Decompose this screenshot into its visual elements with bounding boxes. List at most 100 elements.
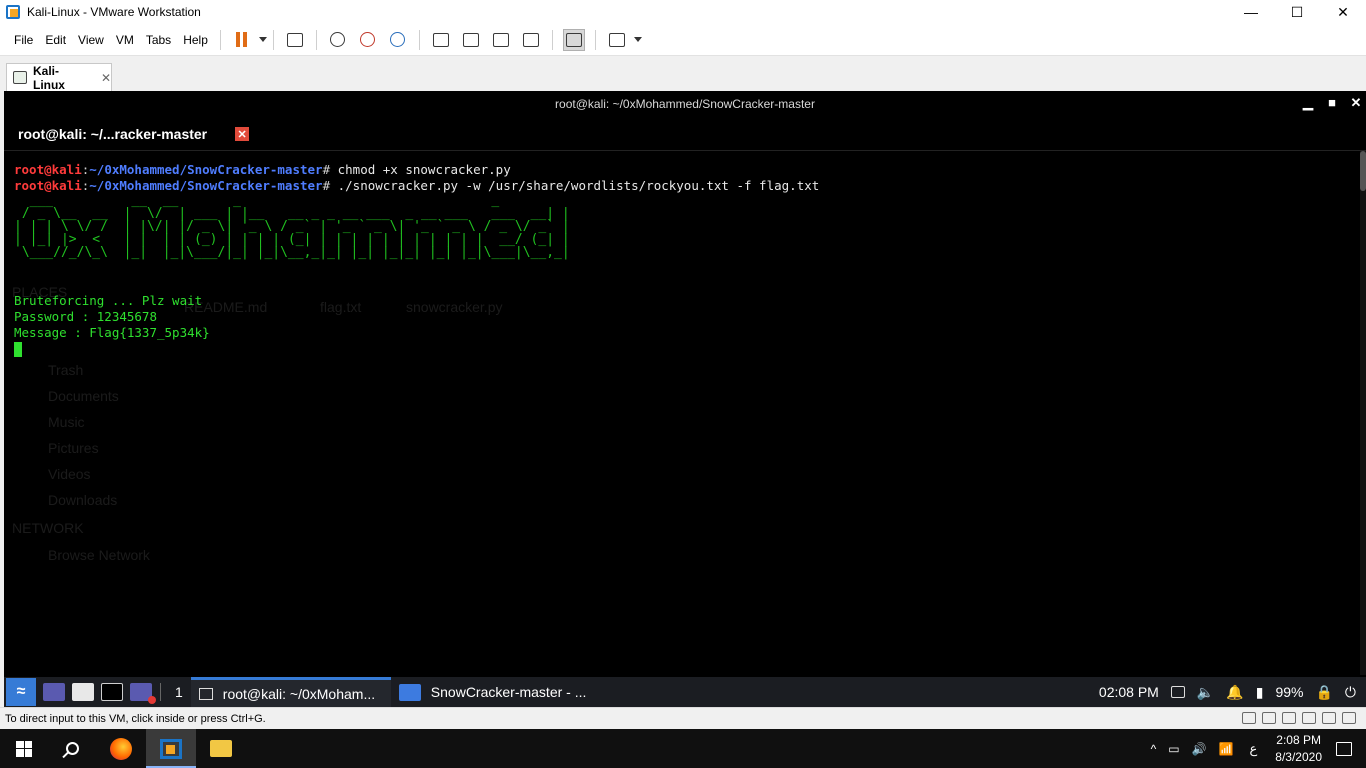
minimize-button[interactable]: — xyxy=(1228,0,1274,24)
sound-card-icon[interactable] xyxy=(1282,712,1296,724)
output-line: Bruteforcing ... Plz wait xyxy=(14,293,203,308)
taskbar-item-filemanager[interactable]: SnowCracker-master - ... xyxy=(391,677,595,707)
display-icon[interactable] xyxy=(1170,686,1185,698)
panel-tray: 02:08 PM 🔈 🔔 ▮ 99% 🔒 ⏻ xyxy=(1099,677,1356,707)
message-log-icon[interactable] xyxy=(1342,712,1356,724)
command-text: chmod +x snowcracker.py xyxy=(337,162,511,177)
menu-vm[interactable]: VM xyxy=(110,33,140,47)
show-library-icon[interactable] xyxy=(430,29,452,51)
guest-screen[interactable]: PLACES README.md flag.txt snowcracker.py… xyxy=(4,91,1366,707)
terminal-tabbar: root@kali: ~/...racker-master ✕ xyxy=(4,117,1366,151)
power-icon[interactable]: ⏻ xyxy=(1345,684,1356,701)
vmware-titlebar: Kali-Linux - VMware Workstation — ☐ ✕ xyxy=(0,0,1366,24)
prompt-hash: # xyxy=(322,162,338,177)
send-ctrl-alt-del-icon[interactable] xyxy=(284,29,306,51)
status-message: To direct input to this VM, click inside… xyxy=(5,712,266,725)
terminal-scrollbar[interactable] xyxy=(1360,151,1366,675)
maximize-button[interactable]: ☐ xyxy=(1274,0,1320,24)
menu-help[interactable]: Help xyxy=(177,33,214,47)
toolbar-separator xyxy=(418,29,420,50)
prompt-user: root@kali xyxy=(14,162,82,177)
terminal-line: root@kali:~/0xMohammed/SnowCracker-maste… xyxy=(14,178,1354,194)
terminal-maximize-button[interactable]: ■ xyxy=(1326,95,1338,111)
taskbar-item-terminal[interactable]: root@kali: ~/0xMoham... xyxy=(190,677,391,707)
volume-icon[interactable]: 🔈 xyxy=(1197,684,1214,701)
taskbar-vmware[interactable] xyxy=(146,729,196,768)
vm-icon xyxy=(13,71,27,84)
full-screen-icon[interactable] xyxy=(490,29,512,51)
terminal-output[interactable]: root@kali:~/0xMohammed/SnowCracker-maste… xyxy=(14,162,1354,672)
clock-time: 2:08 PM xyxy=(1276,732,1321,747)
close-tab-icon[interactable]: ✕ xyxy=(101,71,111,85)
vmware-statusbar: To direct input to this VM, click inside… xyxy=(0,707,1366,729)
terminal-close-button[interactable]: ✕ xyxy=(1350,95,1362,111)
wifi-icon[interactable]: 📶 xyxy=(1219,742,1234,756)
close-button[interactable]: ✕ xyxy=(1320,0,1366,24)
action-center-icon[interactable] xyxy=(1336,741,1352,756)
menu-tabs[interactable]: Tabs xyxy=(140,33,177,47)
taskbar-file-explorer[interactable] xyxy=(196,729,246,768)
ascii-banner: ___ __ __ _ _ / _ \__ __ | \/ | ___ | |_… xyxy=(14,194,1354,259)
stretch-dropdown-icon[interactable] xyxy=(633,37,642,42)
snapshot-manager-icon[interactable] xyxy=(387,29,409,51)
output-line: Password : 12345678 xyxy=(14,309,157,324)
unity-icon[interactable] xyxy=(520,29,542,51)
output-line: Message : Flag{1337_5p34k} xyxy=(14,325,210,340)
console-view-icon[interactable] xyxy=(562,28,585,51)
usb-icon[interactable] xyxy=(1302,712,1316,724)
terminal-titlebar: root@kali: ~/0xMohammed/SnowCracker-mast… xyxy=(4,91,1366,117)
system-tray: ^ ▭ 🔊 📶 ع 2:08 PM 8/3/2020 xyxy=(1145,729,1366,768)
firefox-icon xyxy=(110,737,132,760)
menu-view[interactable]: View xyxy=(72,33,110,47)
lock-icon[interactable]: 🔒 xyxy=(1315,684,1332,701)
prompt-user: root@kali xyxy=(14,178,82,193)
taskbar-clock[interactable]: 2:08 PM 8/3/2020 xyxy=(1275,732,1322,766)
input-language[interactable]: ع xyxy=(1250,741,1258,757)
hard-disk-icon[interactable] xyxy=(1242,712,1256,724)
notifications-icon[interactable]: 🔔 xyxy=(1226,684,1243,701)
battery-icon[interactable]: ▮ xyxy=(1256,684,1264,701)
battery-icon[interactable]: ▭ xyxy=(1168,742,1179,756)
stretch-guest-icon[interactable] xyxy=(606,29,628,51)
command-text: ./snowcracker.py -w /usr/share/wordlists… xyxy=(337,178,820,193)
panel-clock[interactable]: 02:08 PM xyxy=(1099,684,1159,700)
show-desktop-icon[interactable] xyxy=(43,683,65,701)
screen-recorder-icon[interactable] xyxy=(130,683,156,704)
terminal-controls: ▁ ■ ✕ xyxy=(1302,95,1362,111)
taskbar-firefox[interactable] xyxy=(96,729,146,768)
file-manager-icon[interactable] xyxy=(72,683,94,701)
pause-icon[interactable] xyxy=(231,29,253,51)
prompt-path: ~/0xMohammed/SnowCracker-master xyxy=(89,162,323,177)
terminal-minimize-button[interactable]: ▁ xyxy=(1302,95,1314,111)
vm-tab-kali[interactable]: Kali-Linux ✕ xyxy=(6,63,112,92)
terminal-launcher-icon[interactable] xyxy=(101,683,123,701)
kali-menu-icon[interactable]: ≈ xyxy=(6,678,36,706)
close-icon[interactable]: ✕ xyxy=(235,127,250,141)
scrollbar-thumb[interactable] xyxy=(1360,151,1366,191)
workspace-switcher[interactable]: 1 xyxy=(175,684,183,700)
revert-snapshot-icon[interactable] xyxy=(357,29,379,51)
vmware-app-icon xyxy=(6,5,20,19)
terminal-tab-label: root@kali: ~/...racker-master xyxy=(18,126,208,142)
volume-icon[interactable]: 🔊 xyxy=(1192,742,1207,756)
task-label: root@kali: ~/0xMoham... xyxy=(222,685,376,702)
cursor-line xyxy=(14,341,1354,357)
snapshot-icon[interactable] xyxy=(327,29,349,51)
toolbar-separator xyxy=(272,29,274,50)
terminal-tab[interactable]: root@kali: ~/...racker-master ✕ xyxy=(4,117,250,151)
menu-file[interactable]: File xyxy=(8,33,39,47)
task-label: SnowCracker-master - ... xyxy=(430,684,587,700)
show-hidden-icons[interactable]: ^ xyxy=(1151,742,1157,756)
power-dropdown-icon[interactable] xyxy=(258,37,267,42)
search-button[interactable] xyxy=(48,729,96,768)
folder-icon xyxy=(398,683,421,701)
cd-icon[interactable] xyxy=(1322,712,1336,724)
terminal-icon xyxy=(198,687,213,700)
window-title: Kali-Linux - VMware Workstation xyxy=(27,5,201,19)
window-controls: — ☐ ✕ xyxy=(1228,0,1366,24)
start-button[interactable] xyxy=(0,729,48,768)
network-adapter-icon[interactable] xyxy=(1262,712,1276,724)
thumbnail-bar-icon[interactable] xyxy=(460,29,482,51)
menu-edit[interactable]: Edit xyxy=(39,33,72,47)
vm-tabstrip: Kali-Linux ✕ xyxy=(0,57,1366,92)
